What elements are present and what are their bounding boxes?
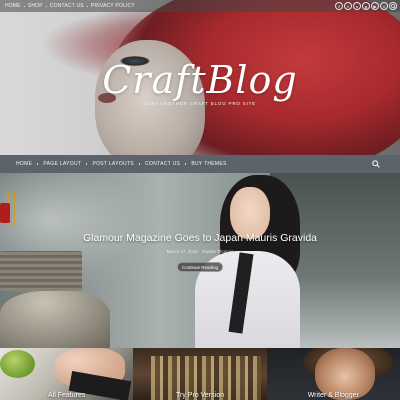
separator-dot <box>86 163 88 165</box>
main-nav-label: HOME <box>16 161 33 167</box>
separator-dot <box>185 163 187 165</box>
separator-dot <box>23 5 25 7</box>
slide-meta: March 17, 2015 · Sophie Thomas <box>166 249 234 254</box>
main-nav-label: BUY THEMES <box>191 161 227 167</box>
main-nav-label: CONTACT US <box>145 161 181 167</box>
feature-all-features[interactable]: All Features <box>0 348 134 400</box>
slide-title[interactable]: Glamour Magazine Goes to Japan Mauris Gr… <box>0 232 400 244</box>
tumblr-icon[interactable]: t <box>380 2 388 10</box>
featured-slider[interactable]: Glamour Magazine Goes to Japan Mauris Gr… <box>0 173 400 348</box>
top-nav-label: HOME <box>5 3 21 9</box>
top-nav: HOME SHOP CONTACT US PRIVACY POLICY <box>0 3 138 9</box>
facebook-icon[interactable]: f <box>335 2 343 10</box>
google-plus-icon[interactable]: g <box>362 2 370 10</box>
top-nav-privacy-policy[interactable]: PRIVACY POLICY <box>91 3 135 9</box>
main-nav-buy-themes[interactable]: BUY THEMES <box>191 161 226 167</box>
search-icon[interactable] <box>372 160 380 168</box>
top-nav-label: CONTACT US <box>49 3 84 9</box>
twitter-icon[interactable]: t <box>344 2 352 10</box>
social-icons: f t v g ▶ t <box>335 2 397 10</box>
separator-dot <box>86 5 88 7</box>
separator-dot <box>37 163 39 165</box>
search-icon[interactable] <box>389 2 397 10</box>
top-nav-shop[interactable]: SHOP <box>28 3 47 9</box>
hero-image-burner-base <box>0 291 110 348</box>
site-logo[interactable]: CraftBlog <box>0 58 400 102</box>
top-nav-label: PRIVACY POLICY <box>90 3 135 9</box>
feature-image-apple <box>0 350 35 378</box>
continue-reading-button[interactable]: Continue Reading <box>177 262 223 272</box>
vimeo-icon[interactable]: v <box>353 2 361 10</box>
main-nav: HOME PAGE LAYOUT POST LAYOUTS CONTACT US… <box>0 155 400 173</box>
feature-label: Try Pro Version <box>176 392 224 399</box>
youtube-icon[interactable]: ▶ <box>371 2 379 10</box>
top-nav-label: SHOP <box>27 3 43 9</box>
feature-writer-blogger[interactable]: Writer & Blogger <box>266 348 400 400</box>
feature-boxes: All Features Try Pro Version Writer & Bl… <box>0 348 400 400</box>
main-nav-label: POST LAYOUTS <box>92 161 134 167</box>
feature-label: All Features <box>47 392 86 399</box>
site-tagline: JUST ANOTHER CRAFT BLOG PRO SITE <box>144 101 256 106</box>
main-nav-post-layouts[interactable]: POST LAYOUTS <box>92 161 141 167</box>
main-nav-contact-us[interactable]: CONTACT US <box>145 161 187 167</box>
top-nav-contact-us[interactable]: CONTACT US <box>50 3 88 9</box>
top-bar: HOME SHOP CONTACT US PRIVACY POLICY f t … <box>0 0 400 12</box>
header-banner: CraftBlog JUST ANOTHER CRAFT BLOG PRO SI… <box>0 0 400 155</box>
main-nav-items: HOME PAGE LAYOUT POST LAYOUTS CONTACT US… <box>0 161 232 167</box>
separator-dot <box>138 163 141 165</box>
feature-label: Writer & Blogger <box>307 392 359 399</box>
hero-image-burner <box>0 251 82 291</box>
top-nav-home[interactable]: HOME <box>5 3 25 9</box>
feature-try-pro-version[interactable]: Try Pro Version <box>133 348 267 400</box>
separator-dot <box>45 5 47 7</box>
main-nav-label: PAGE LAYOUT <box>43 161 82 167</box>
main-nav-page-layout[interactable]: PAGE LAYOUT <box>43 161 88 167</box>
hero-image-incense-holder <box>0 203 10 223</box>
main-nav-home[interactable]: HOME <box>16 161 39 167</box>
